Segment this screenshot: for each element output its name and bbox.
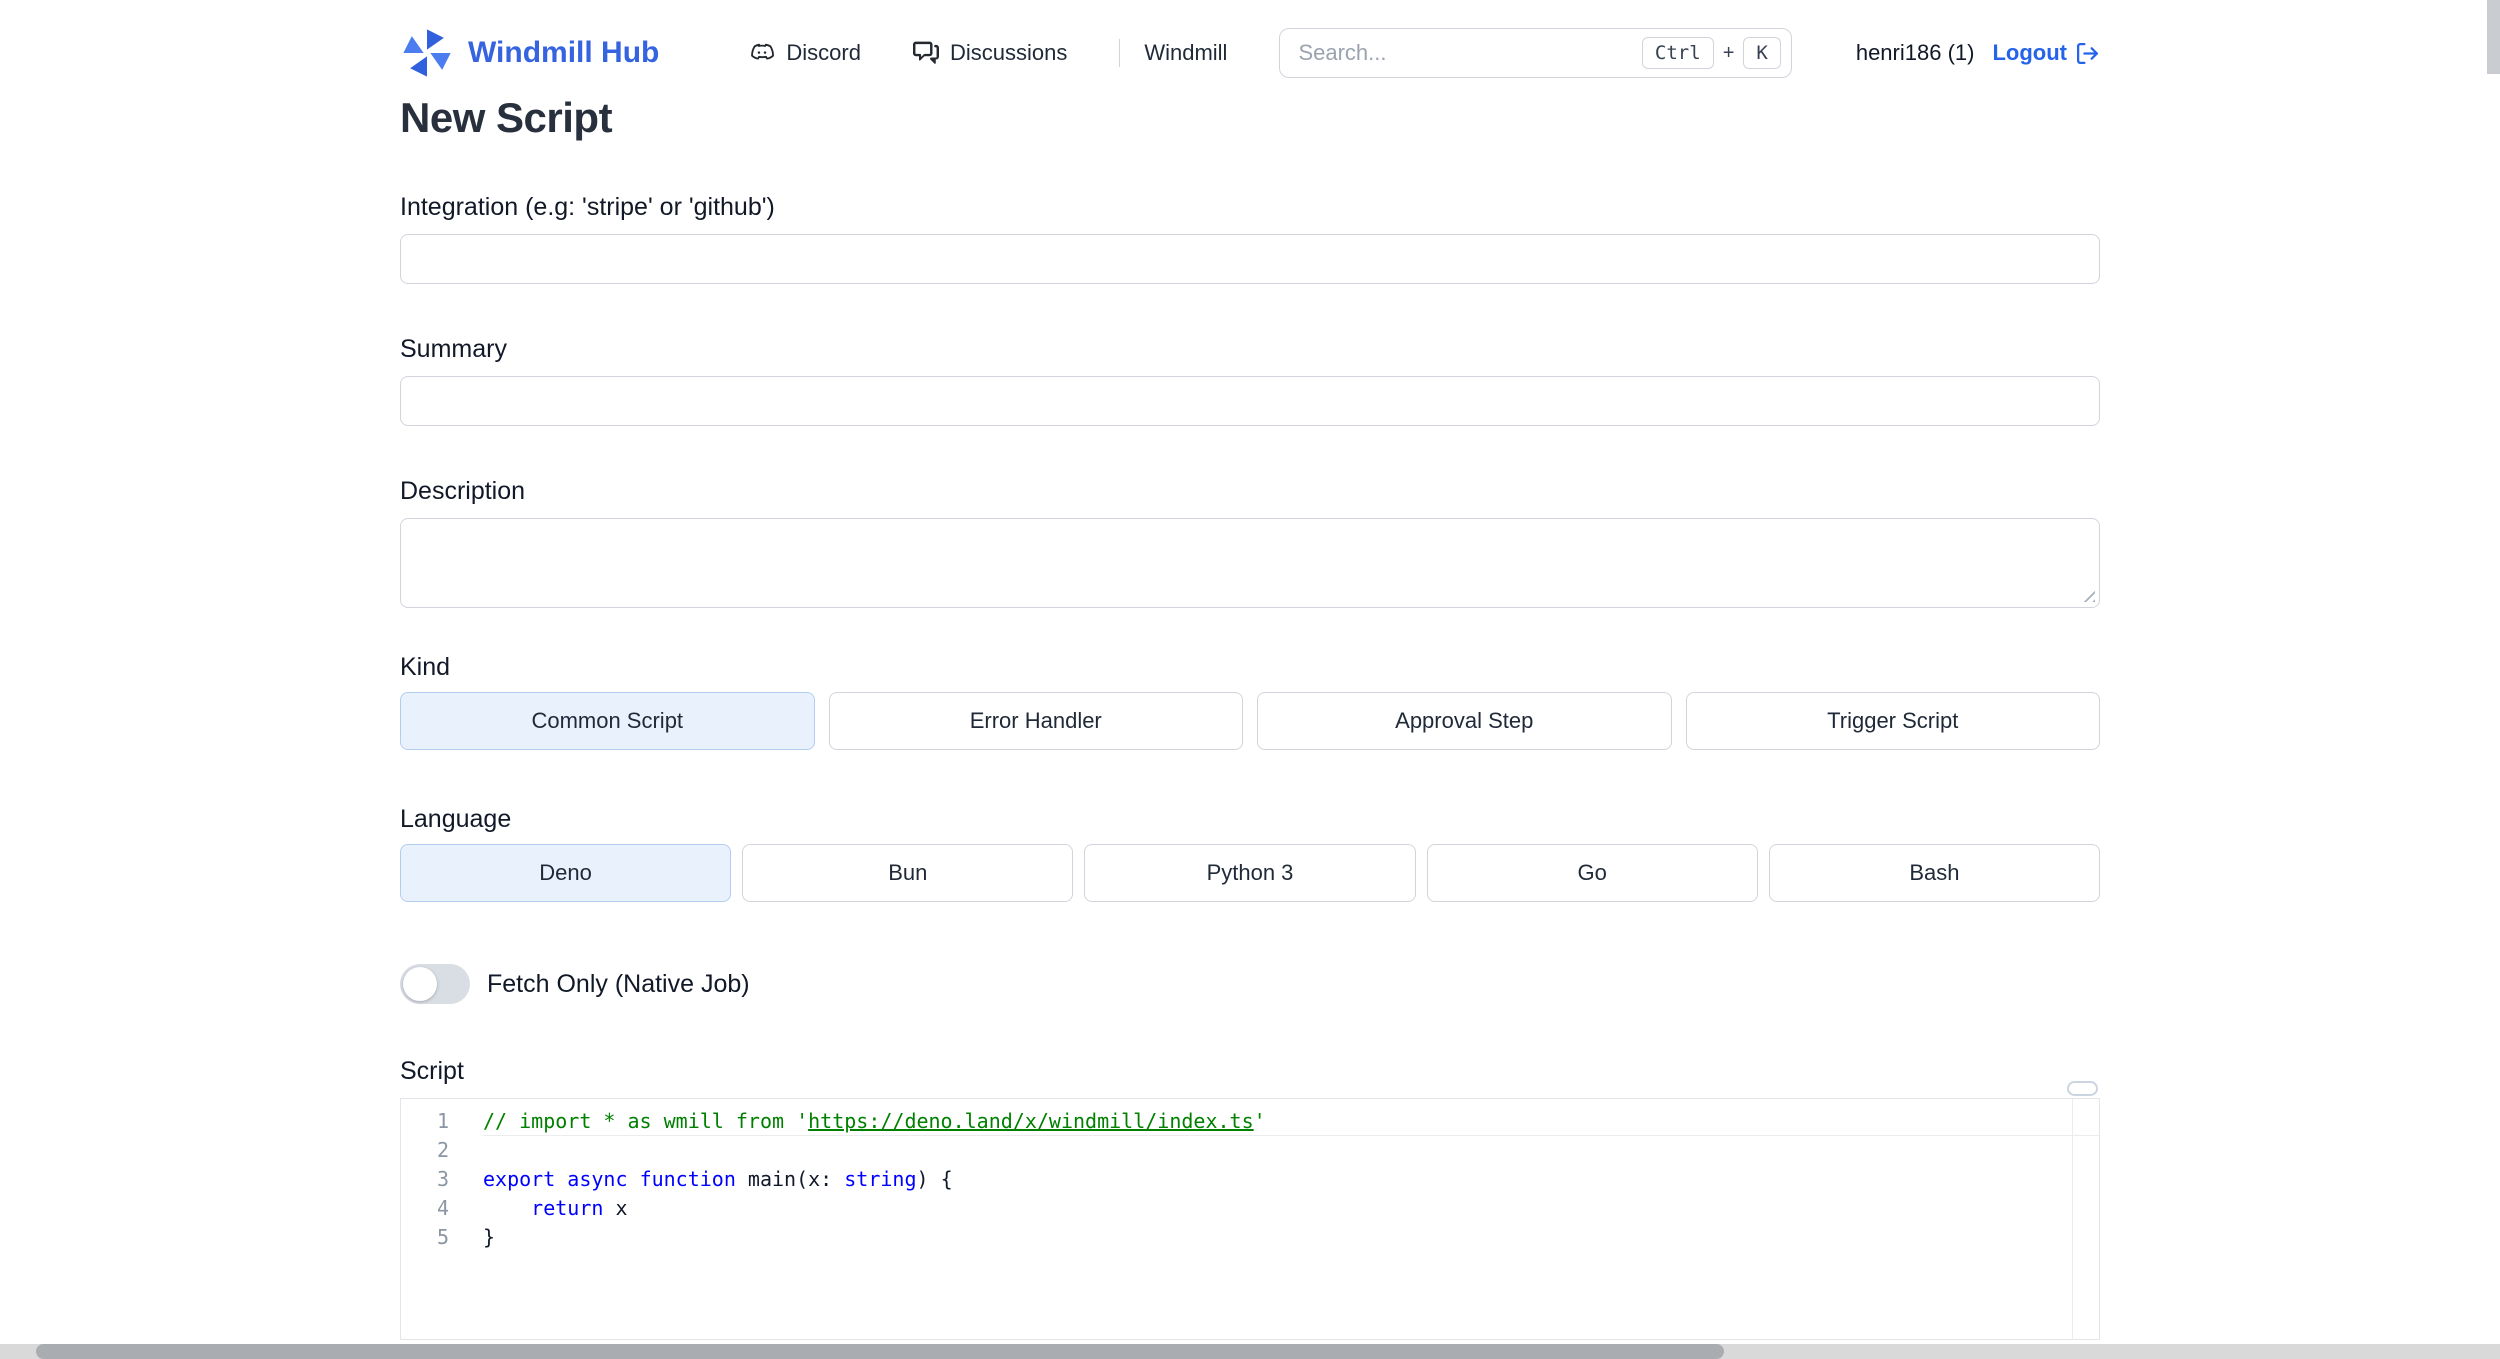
nav-discord[interactable]: Discord xyxy=(749,40,861,66)
kind-option-approval-step[interactable]: Approval Step xyxy=(1257,692,1672,750)
minimap-divider xyxy=(2072,1099,2073,1339)
brand-name: Windmill Hub xyxy=(468,36,660,69)
brand-home-link[interactable]: Windmill Hub xyxy=(400,26,659,80)
description-label: Description xyxy=(400,477,526,505)
language-option-deno[interactable]: Deno xyxy=(400,844,732,902)
fetch-only-toggle[interactable] xyxy=(400,964,470,1004)
integration-label: Integration (e.g: 'stripe' or 'github') xyxy=(400,193,775,221)
integration-field: Integration (e.g: 'stripe' or 'github') xyxy=(400,192,2100,284)
kind-option-common-script[interactable]: Common Script xyxy=(400,692,815,750)
header: Windmill Hub Discord Discussions Windmil… xyxy=(400,26,2100,80)
nav-windmill-label: Windmill xyxy=(1144,40,1228,65)
language-field: Language Deno Bun Python 3 Go Bash xyxy=(400,804,2101,902)
horizontal-scrollbar-thumb[interactable] xyxy=(36,1344,1724,1359)
logout-icon xyxy=(2075,41,2100,66)
line-number: 2 xyxy=(436,1138,449,1162)
code-line-2[interactable] xyxy=(483,1136,2099,1165)
windmill-logo-icon xyxy=(400,26,454,80)
page-title: New Script xyxy=(400,94,613,141)
kbd-k: K xyxy=(1743,37,1781,69)
code-line-3[interactable]: export async function main(x: string) { xyxy=(483,1165,2099,1194)
fetch-only-label: Fetch Only (Native Job) xyxy=(487,969,750,998)
search-box[interactable]: Ctrl + K xyxy=(1279,28,1792,78)
kind-options: Common Script Error Handler Approval Step T… xyxy=(400,692,2100,750)
toggle-knob xyxy=(403,967,437,1001)
language-option-go[interactable]: Go xyxy=(1426,844,1758,902)
integration-input[interactable] xyxy=(400,234,2100,284)
language-label: Language xyxy=(400,805,512,833)
line-number: 1 xyxy=(436,1109,449,1133)
main-content: Windmill Hub Discord Discussions Windmil… xyxy=(400,0,2101,1340)
kbd-ctrl: Ctrl xyxy=(1641,37,1714,69)
kind-option-error-handler[interactable]: Error Handler xyxy=(828,692,1243,750)
kind-label: Kind xyxy=(400,653,451,681)
kbd-plus: + xyxy=(1722,41,1735,64)
editor-gutter: 1 2 3 4 5 xyxy=(401,1099,473,1339)
nav-divider xyxy=(1119,39,1121,67)
script-label: Script xyxy=(400,1057,464,1085)
line-number: 3 xyxy=(436,1167,449,1191)
nav-discussions[interactable]: Discussions xyxy=(912,40,1068,66)
discord-icon xyxy=(749,40,775,66)
line-number: 5 xyxy=(436,1225,449,1249)
code-editor[interactable]: 1 2 3 4 5 // import * as wmill from 'https:/… xyxy=(400,1098,2100,1340)
fetch-only-row: Fetch Only (Native Job) xyxy=(400,964,2100,1004)
language-option-bun[interactable]: Bun xyxy=(742,844,1074,902)
line-number: 4 xyxy=(436,1196,449,1220)
username: henri186 (1) xyxy=(1855,40,1975,65)
kind-option-trigger-script[interactable]: Trigger Script xyxy=(1685,692,2100,750)
description-textarea[interactable] xyxy=(400,518,2100,608)
code-line-4[interactable]: return x xyxy=(483,1194,2099,1223)
logout-label: Logout xyxy=(1992,40,2067,65)
comment-discussion-icon xyxy=(912,40,939,66)
nav-discussions-label: Discussions xyxy=(949,40,1068,65)
language-options: Deno Bun Python 3 Go Bash xyxy=(400,844,2101,902)
user-area: henri186 (1) Logout xyxy=(1856,40,2100,66)
editor-code[interactable]: // import * as wmill from 'https://deno.… xyxy=(473,1099,2099,1339)
nav-discord-label: Discord xyxy=(786,40,861,65)
nav-windmill[interactable]: Windmill xyxy=(1144,40,1227,66)
horizontal-scrollbar[interactable] xyxy=(0,1344,2500,1359)
summary-field: Summary xyxy=(400,334,2100,426)
search-input[interactable] xyxy=(1298,40,1642,66)
description-field: Description xyxy=(400,476,2100,608)
editor-wrap: 1 2 3 4 5 // import * as wmill from 'https:/… xyxy=(400,1081,2100,1340)
language-option-python-3[interactable]: Python 3 xyxy=(1084,844,1416,902)
summary-input[interactable] xyxy=(400,376,2100,426)
kind-field: Kind Common Script Error Handler Approval … xyxy=(400,652,2100,750)
editor-scroll-pill[interactable] xyxy=(2067,1081,2098,1096)
code-line-1[interactable]: // import * as wmill from 'https://deno.… xyxy=(483,1107,2099,1136)
vertical-scrollbar-thumb[interactable] xyxy=(2487,0,2500,74)
main-nav: Discord Discussions Windmill xyxy=(749,39,1279,67)
logout-link[interactable]: Logout xyxy=(1992,40,2100,66)
code-line-5[interactable]: } xyxy=(483,1223,2099,1252)
summary-label: Summary xyxy=(400,335,507,363)
language-option-bash[interactable]: Bash xyxy=(1768,844,2101,902)
script-field: Script 1 2 3 4 5 // import * as wmill from '… xyxy=(400,1056,2100,1340)
